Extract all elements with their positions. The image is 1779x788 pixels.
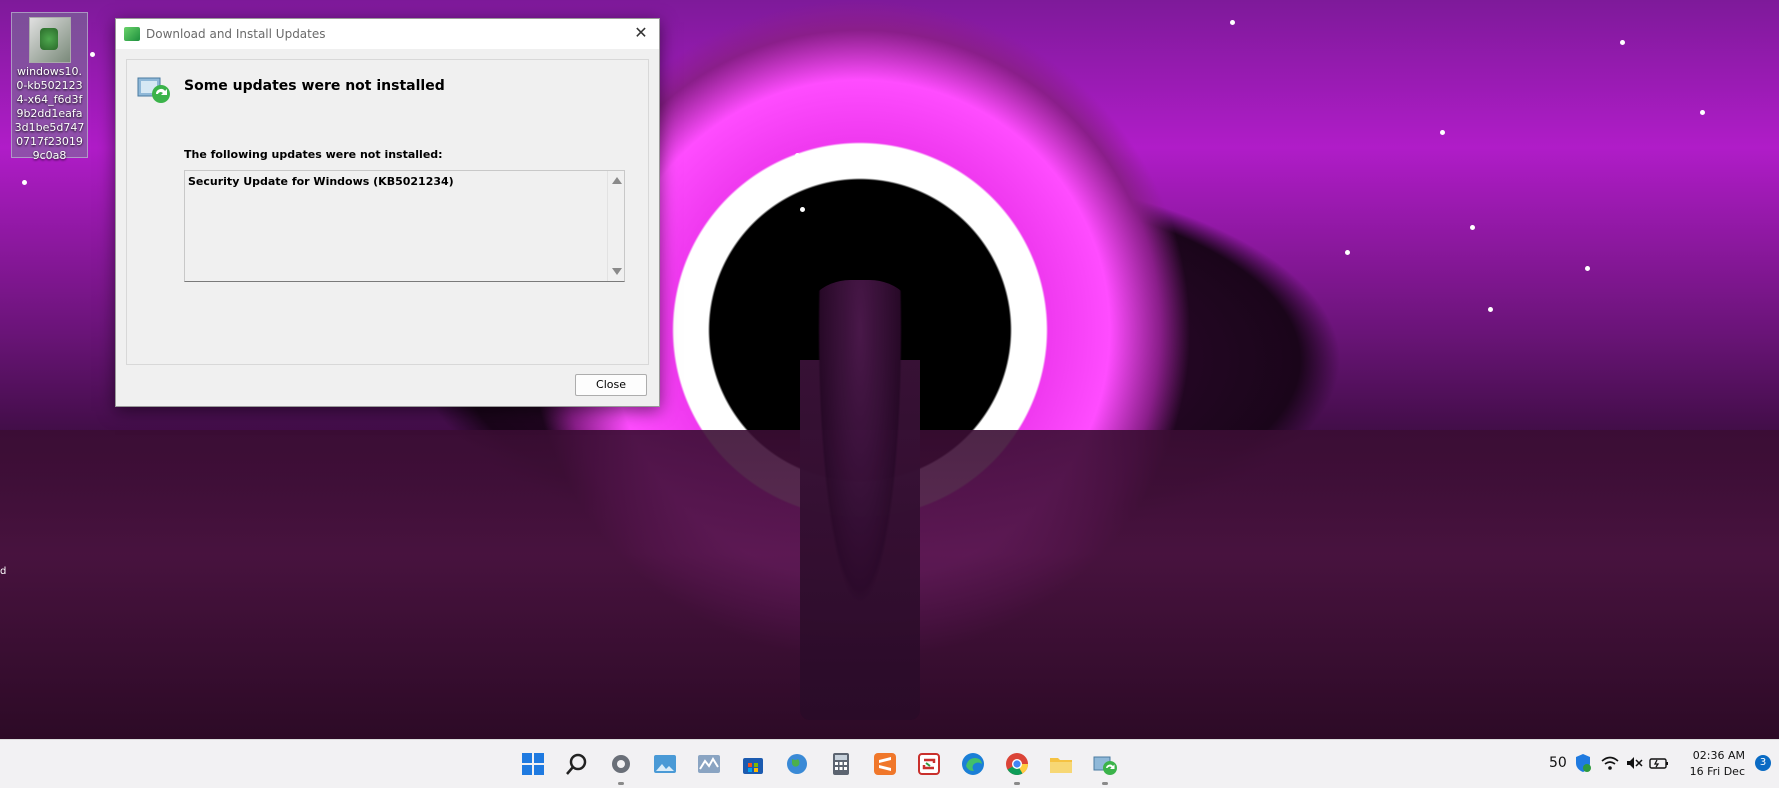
- scroll-up-arrow-icon[interactable]: [612, 177, 622, 184]
- wallpaper-astronaut: [800, 280, 920, 720]
- star: [1700, 110, 1705, 115]
- failed-updates-list[interactable]: Security Update for Windows (KB5021234): [184, 170, 625, 282]
- dialog-content-panel: Some updates were not installed The foll…: [126, 59, 649, 365]
- battery-icon[interactable]: [1649, 754, 1669, 772]
- list-item[interactable]: Security Update for Windows (KB5021234): [188, 175, 454, 188]
- settings-icon[interactable]: [608, 751, 634, 777]
- tray-number[interactable]: 50: [1549, 755, 1567, 771]
- file-explorer-icon[interactable]: [1048, 751, 1074, 777]
- updates-list-label: The following updates were not installed…: [184, 148, 443, 161]
- scroll-down-arrow-icon[interactable]: [612, 268, 622, 275]
- clock[interactable]: 02:36 AM 16 Fri Dec: [1690, 748, 1745, 780]
- update-status-icon: [137, 77, 170, 103]
- running-indicator: [1102, 782, 1108, 785]
- star: [795, 153, 800, 158]
- desktop-icon-label: windows10.0-kb5021234-x64_f6d3f9b2dd1eaf…: [14, 65, 85, 162]
- activity-monitor-icon[interactable]: [696, 751, 722, 777]
- chrome-icon[interactable]: [1004, 751, 1030, 777]
- dialog-title: Download and Install Updates: [146, 27, 326, 41]
- search-icon[interactable]: [564, 751, 590, 777]
- star: [1345, 250, 1350, 255]
- security-shield-icon[interactable]: [1573, 753, 1593, 773]
- store-icon[interactable]: [740, 751, 766, 777]
- volume-muted-icon[interactable]: [1625, 754, 1643, 772]
- wallpaper-edge-text: d: [0, 566, 7, 577]
- star: [22, 180, 27, 185]
- edge-icon[interactable]: [960, 751, 986, 777]
- photos-icon[interactable]: [652, 751, 678, 777]
- clock-date: 16 Fri Dec: [1689, 765, 1745, 778]
- update-dialog: Download and Install Updates ✕ Some upda…: [115, 18, 660, 407]
- installer-package-icon: [28, 17, 71, 63]
- star: [90, 52, 95, 57]
- star: [1488, 307, 1493, 312]
- star: [1230, 20, 1235, 25]
- star: [1440, 130, 1445, 135]
- close-icon[interactable]: ✕: [631, 23, 651, 43]
- star: [1620, 40, 1625, 45]
- windows-update-icon[interactable]: [1092, 751, 1118, 777]
- sublime-icon[interactable]: [872, 751, 898, 777]
- network-globe-icon[interactable]: [784, 751, 810, 777]
- running-indicator: [618, 782, 624, 785]
- windows-update-icon: [124, 27, 140, 41]
- start-icon[interactable]: [520, 751, 546, 777]
- list-scrollbar[interactable]: [607, 171, 624, 281]
- desktop-icon-update-package[interactable]: windows10.0-kb5021234-x64_f6d3f9b2dd1eaf…: [11, 12, 88, 162]
- star: [1470, 225, 1475, 230]
- star: [1585, 266, 1590, 271]
- star: [800, 207, 805, 212]
- sync-app-icon[interactable]: [916, 751, 942, 777]
- calculator-icon[interactable]: [828, 751, 854, 777]
- clock-time: 02:36 AM: [1692, 749, 1745, 762]
- dialog-heading: Some updates were not installed: [184, 78, 445, 94]
- taskbar: 50 02:36 AM 16 Fri Dec 3: [0, 739, 1779, 788]
- wifi-icon[interactable]: [1601, 754, 1619, 772]
- close-button[interactable]: Close: [575, 374, 647, 396]
- running-indicator: [1014, 782, 1020, 785]
- notification-badge[interactable]: 3: [1755, 755, 1771, 771]
- dialog-titlebar[interactable]: Download and Install Updates ✕: [116, 19, 659, 49]
